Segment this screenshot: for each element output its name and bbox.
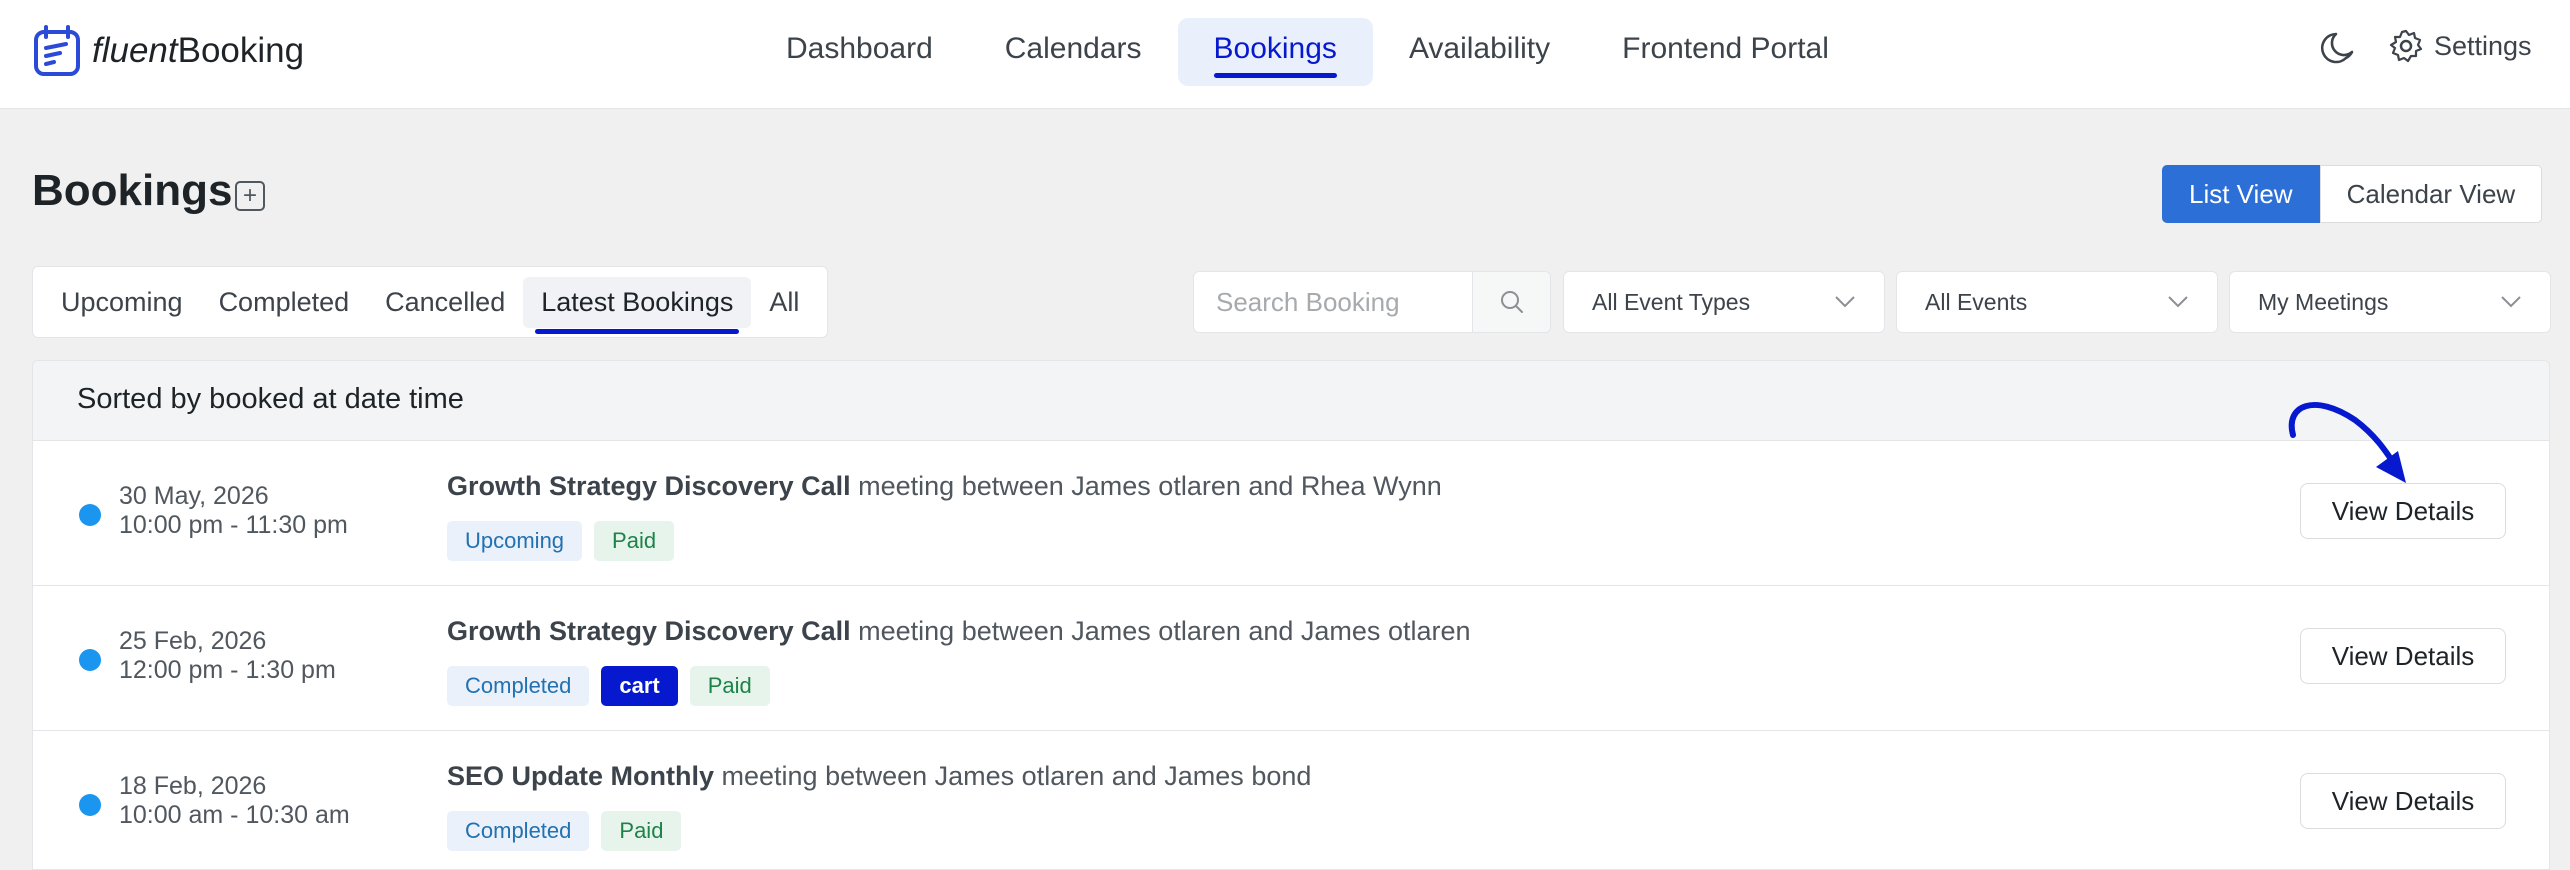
booking-date: 30 May, 2026 — [119, 482, 269, 510]
meetings-select[interactable]: My Meetings — [2229, 271, 2551, 333]
event-title: SEO Update Monthly — [447, 761, 715, 791]
page-title: Bookings — [32, 166, 233, 215]
calendar-logo-icon — [34, 25, 80, 76]
settings-button[interactable]: Settings — [2388, 28, 2532, 64]
logo-text-part2: Booking — [177, 31, 305, 70]
payment-badge: Paid — [594, 521, 675, 561]
list-sort-header: Sorted by booked at date time — [33, 361, 2549, 441]
tab-upcoming[interactable]: Upcoming — [43, 277, 201, 328]
events-value: All Events — [1925, 288, 2028, 315]
event-title: Growth Strategy Discovery Call — [447, 616, 851, 646]
payment-badge: Paid — [601, 811, 682, 851]
view-toggle: List View Calendar View — [2162, 165, 2543, 223]
payment-badge: Paid — [689, 666, 770, 706]
dark-mode-moon-icon[interactable] — [2318, 28, 2358, 68]
app-logo[interactable]: fluentBooking — [32, 24, 304, 78]
status-dot — [79, 794, 101, 816]
view-details-button[interactable]: View Details — [2300, 773, 2506, 829]
status-badge: Completed — [447, 811, 590, 851]
chevron-down-icon — [1835, 296, 1855, 308]
booking-row: 25 Feb, 2026 12:00 pm - 1:30 pm Growth S… — [33, 586, 2549, 731]
booking-date: 18 Feb, 2026 — [119, 772, 267, 800]
chevron-down-icon — [2501, 296, 2521, 308]
tab-latest-bookings[interactable]: Latest Bookings — [523, 276, 752, 334]
status-dot — [79, 649, 101, 671]
nav-calendars[interactable]: Calendars — [969, 18, 1178, 86]
status-badge: Completed — [447, 666, 590, 706]
booking-row: 18 Feb, 2026 10:00 am - 10:30 am SEO Upd… — [33, 731, 2549, 869]
meeting-description: meeting between James otlaren and Rhea W… — [850, 471, 1442, 501]
booking-row: 30 May, 2026 10:00 pm - 11:30 pm Growth … — [33, 441, 2549, 586]
search-booking — [1193, 271, 1551, 333]
view-details-button[interactable]: View Details — [2300, 628, 2506, 684]
nav-dashboard[interactable]: Dashboard — [750, 18, 969, 86]
status-badge: Upcoming — [447, 521, 583, 561]
booking-time: 12:00 pm - 1:30 pm — [119, 656, 336, 684]
cart-badge: cart — [601, 666, 678, 706]
nav-frontend-portal[interactable]: Frontend Portal — [1586, 18, 1865, 86]
top-navbar: fluentBooking Dashboard Calendars Bookin… — [0, 0, 2570, 109]
search-icon — [1500, 291, 1523, 313]
nav-availability[interactable]: Availability — [1373, 18, 1586, 86]
tab-completed[interactable]: Completed — [201, 277, 368, 328]
booking-filter-tabs: Upcoming Completed Cancelled Latest Book… — [32, 266, 829, 338]
tab-cancelled[interactable]: Cancelled — [367, 277, 523, 328]
search-input[interactable] — [1194, 272, 1472, 332]
meeting-description: meeting between James otlaren and James … — [850, 616, 1471, 646]
logo-text-part1: fluent — [92, 31, 178, 70]
settings-label: Settings — [2434, 30, 2532, 61]
event-title: Growth Strategy Discovery Call — [447, 471, 851, 501]
calendar-view-button[interactable]: Calendar View — [2319, 165, 2543, 223]
bookings-list: Sorted by booked at date time 30 May, 20… — [32, 360, 2550, 870]
booking-time: 10:00 am - 10:30 am — [119, 801, 350, 829]
list-view-button[interactable]: List View — [2162, 165, 2320, 223]
search-button[interactable] — [1472, 272, 1550, 332]
status-dot — [79, 504, 101, 526]
nav-bookings[interactable]: Bookings — [1177, 18, 1373, 86]
booking-time: 10:00 pm - 11:30 pm — [119, 511, 348, 539]
gear-icon — [2389, 29, 2423, 63]
booking-date: 25 Feb, 2026 — [119, 627, 267, 655]
add-booking-plus-icon[interactable]: + — [235, 181, 265, 211]
events-select[interactable]: All Events — [1896, 271, 2218, 333]
main-nav: Dashboard Calendars Bookings Availabilit… — [750, 18, 1865, 86]
meeting-description: meeting between James otlaren and James … — [714, 761, 1312, 791]
event-types-value: All Event Types — [1592, 288, 1751, 315]
meetings-value: My Meetings — [2258, 288, 2389, 315]
event-types-select[interactable]: All Event Types — [1563, 271, 1885, 333]
annotation-arrow-icon — [2288, 402, 2406, 483]
tab-all[interactable]: All — [751, 277, 817, 328]
chevron-down-icon — [2168, 296, 2188, 308]
